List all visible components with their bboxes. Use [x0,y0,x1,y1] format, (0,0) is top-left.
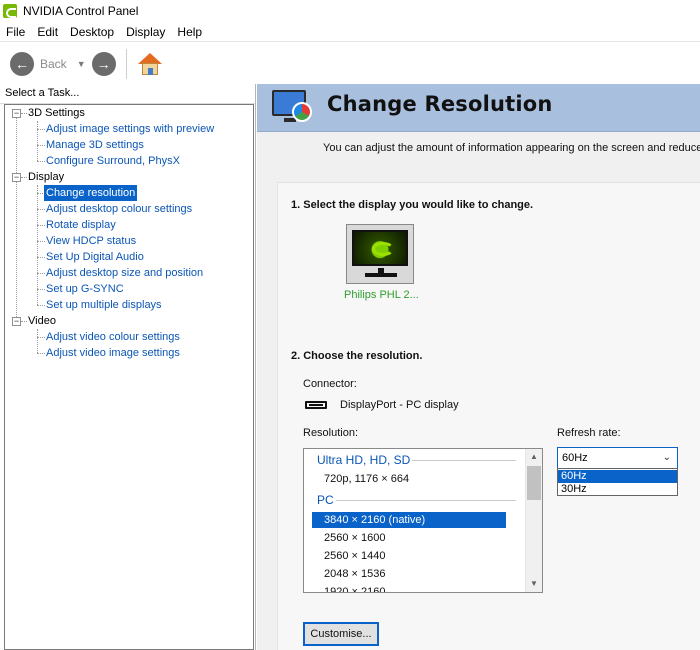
chevron-down-icon: ⌄ [662,452,671,463]
back-label: Back [40,56,67,71]
task-adjust-desktop-size[interactable]: Adjust desktop size and position [46,265,203,281]
forward-button[interactable]: → [91,51,116,76]
refresh-rate-dropdown: 60Hz 30Hz [557,468,678,496]
menu-bar: File Edit Desktop Display Help [0,22,700,42]
menu-help[interactable]: Help [171,22,208,42]
monitor-icon [352,230,408,266]
step2-heading: 2. Choose the resolution. [291,350,423,362]
refresh-rate-select[interactable]: 60Hz ⌄ [557,447,678,469]
task-change-resolution[interactable]: Change resolution [44,185,138,201]
collapse-icon[interactable]: − [12,173,21,182]
scroll-thumb[interactable] [527,466,541,500]
task-tree: − 3D Settings Adjust image settings with… [4,104,254,650]
menu-file[interactable]: File [0,22,31,42]
resolution-option[interactable]: 2048 × 1536 [304,566,526,582]
resolution-label: Resolution: [303,427,359,439]
refresh-option-60hz[interactable]: 60Hz [558,470,677,483]
display-name[interactable]: Philips PHL 2... [344,289,419,301]
task-manage-3d-settings[interactable]: Manage 3D settings [46,137,144,153]
toolbar: ← Back ▼ → [0,43,700,84]
tree-category-video[interactable]: Video [28,313,56,329]
page-description: You can adjust the amount of information… [323,142,700,154]
title-bar: NVIDIA Control Panel [0,0,700,22]
task-set-up-digital-audio[interactable]: Set Up Digital Audio [46,249,144,265]
resolution-scrollbar[interactable]: ▲ ▼ [525,449,542,592]
customise-button[interactable]: Customise... [303,622,379,646]
toolbar-separator [125,48,127,79]
task-configure-surround[interactable]: Configure Surround, PhysX [46,153,180,169]
scroll-down-icon[interactable]: ▼ [526,576,542,592]
refresh-rate-label: Refresh rate: [557,427,621,439]
resolution-list[interactable]: Ultra HD, HD, SD 720p, 1176 × 664 PC 384… [303,448,543,593]
displayport-icon [305,401,327,409]
resolution-option[interactable]: 2560 × 1600 [304,530,526,546]
task-rotate-display[interactable]: Rotate display [46,217,116,233]
task-set-up-multiple-displays[interactable]: Set up multiple displays [46,297,162,313]
refresh-rate-value: 60Hz [562,452,588,464]
resolution-option[interactable]: 720p, 1176 × 664 [304,471,526,487]
tree-category-3d-settings[interactable]: 3D Settings [28,105,85,121]
resolution-option-selected[interactable]: 3840 × 2160 (native) [312,512,506,528]
page-banner: Change Resolution [257,84,700,132]
display-settings-icon [270,88,314,128]
home-button[interactable] [137,51,163,77]
page-title: Change Resolution [327,92,553,116]
tree-category-display[interactable]: Display [28,169,64,185]
arrow-left-icon: ← [10,51,34,76]
task-panel: Select a Task... − 3D Settings Adjust im… [0,84,256,650]
connector-label: Connector: [303,378,357,390]
task-adjust-image-settings[interactable]: Adjust image settings with preview [46,121,214,137]
task-adjust-video-colour[interactable]: Adjust video colour settings [46,329,180,345]
task-panel-header: Select a Task... [0,84,255,104]
content-panel: Change Resolution You can adjust the amo… [257,84,700,650]
task-adjust-video-image[interactable]: Adjust video image settings [46,345,180,361]
task-view-hdcp-status[interactable]: View HDCP status [46,233,136,249]
display-tile[interactable] [346,224,414,284]
menu-display[interactable]: Display [120,22,171,42]
refresh-option-30hz[interactable]: 30Hz [558,483,677,496]
task-adjust-desktop-colour[interactable]: Adjust desktop colour settings [46,201,192,217]
resolution-option[interactable]: 1920 × 2160 [304,584,526,592]
resolution-option[interactable]: 2560 × 1440 [304,548,526,564]
connector-value: DisplayPort - PC display [340,399,459,411]
collapse-icon[interactable]: − [12,317,21,326]
step1-heading: 1. Select the display you would like to … [291,199,534,211]
collapse-icon[interactable]: − [12,109,21,118]
nvidia-logo-icon [3,4,17,18]
dropdown-arrow-icon[interactable]: ▼ [77,59,86,69]
back-button[interactable]: ← Back ▼ [10,51,86,76]
menu-desktop[interactable]: Desktop [64,22,120,42]
window-title: NVIDIA Control Panel [23,4,139,18]
menu-edit[interactable]: Edit [31,22,64,42]
scroll-up-icon[interactable]: ▲ [526,449,542,465]
task-set-up-gsync[interactable]: Set up G-SYNC [46,281,124,297]
